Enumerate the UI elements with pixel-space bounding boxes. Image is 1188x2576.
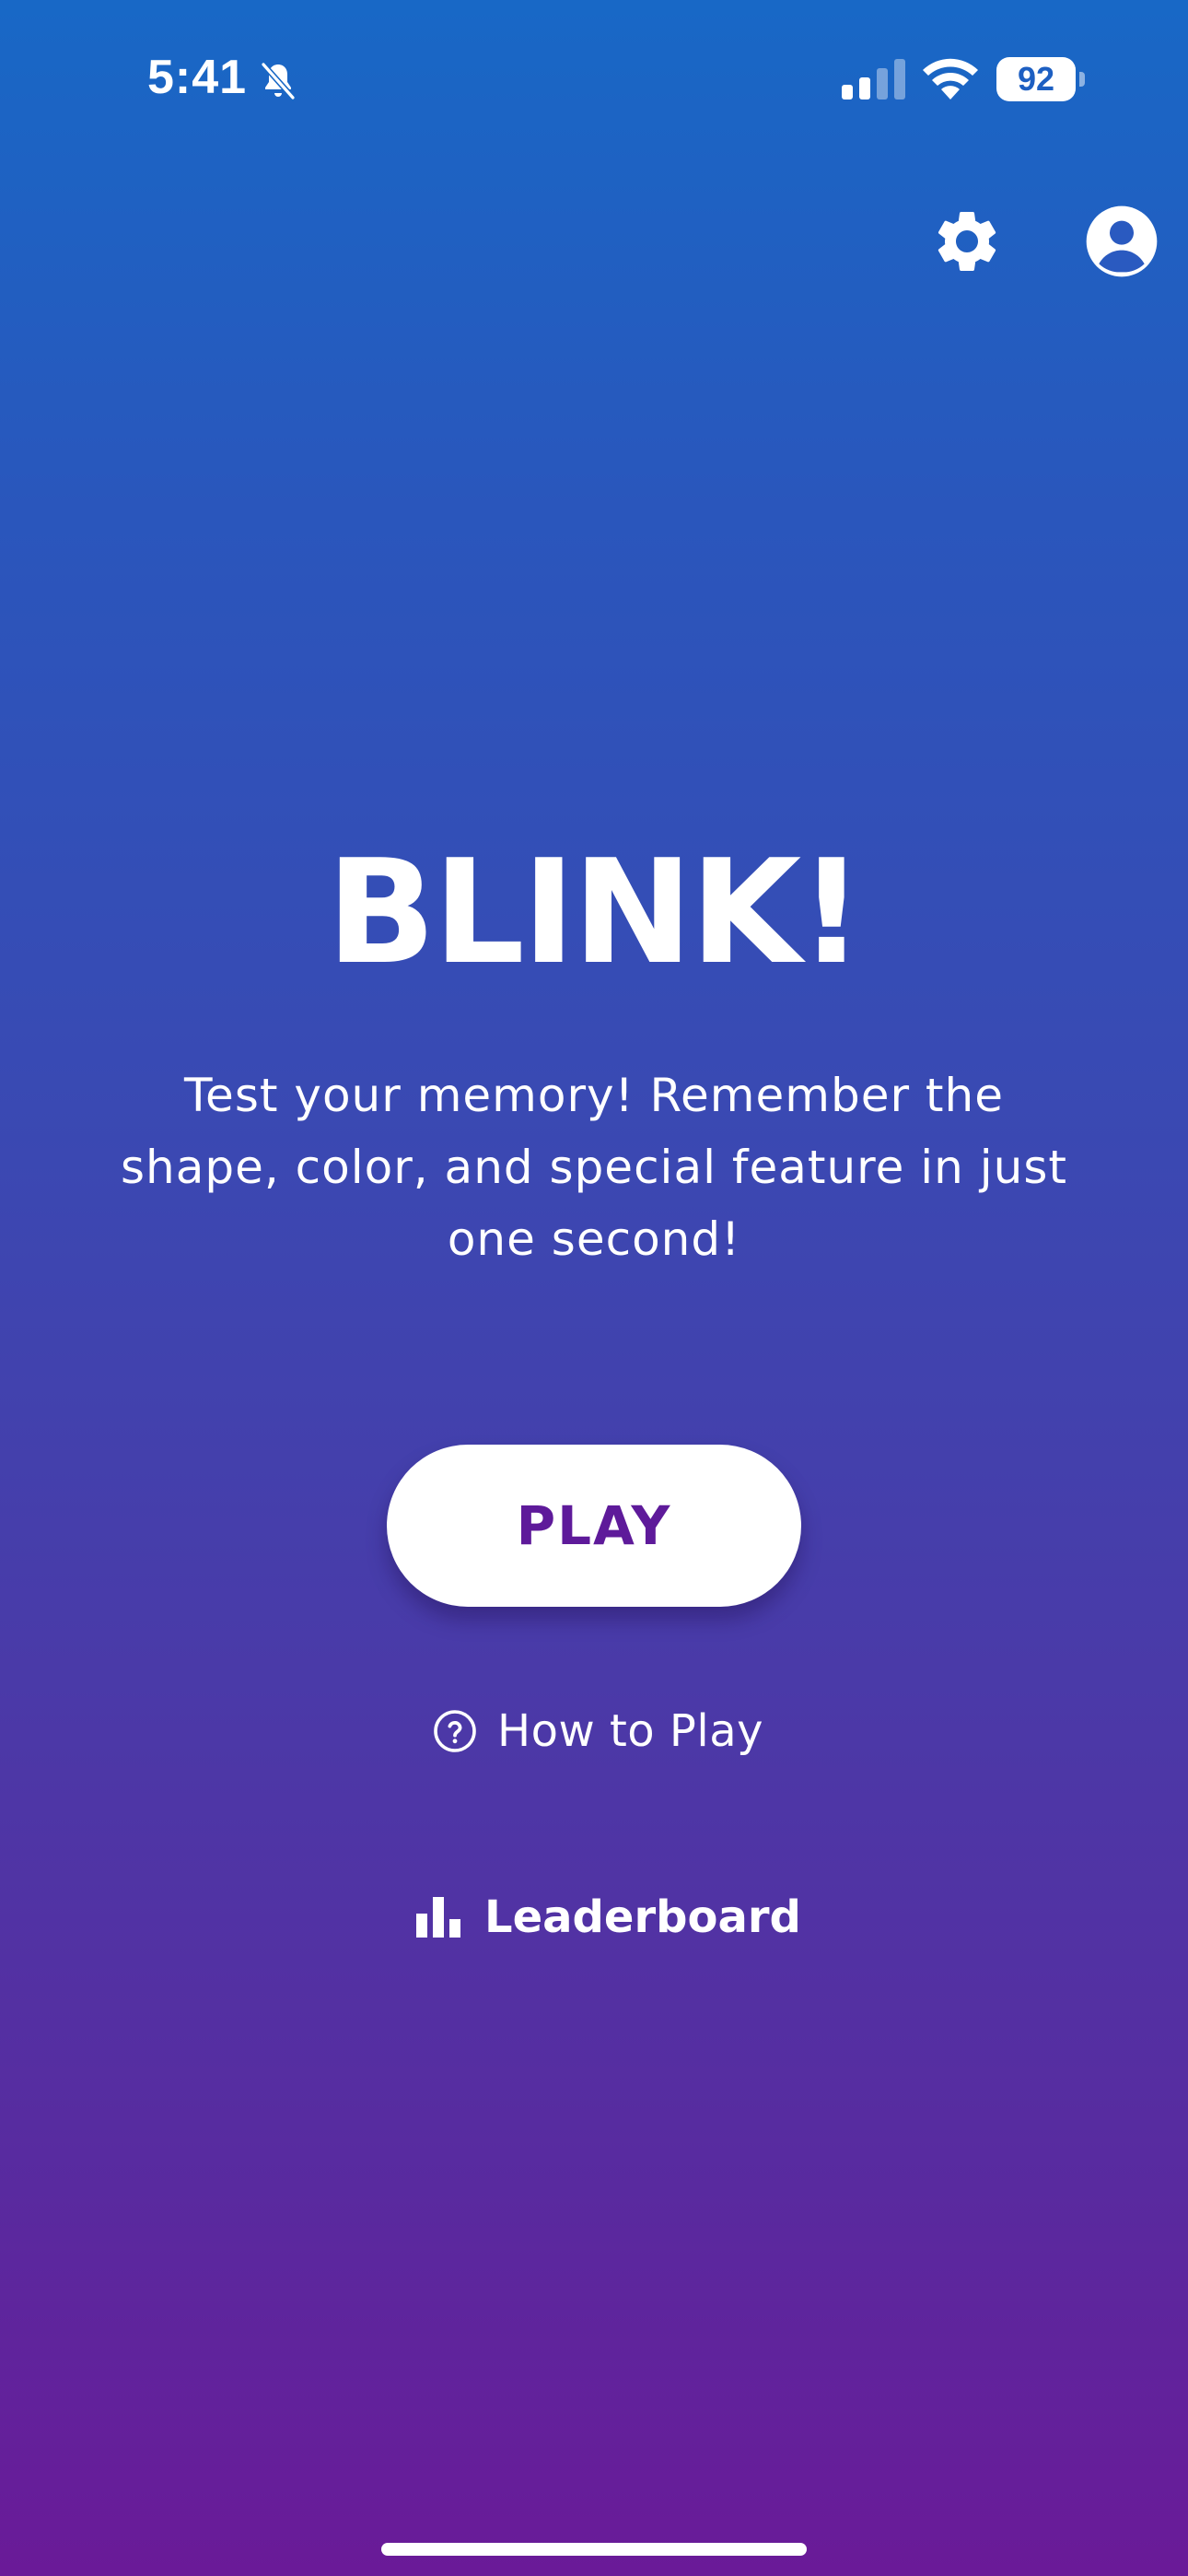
home-indicator[interactable] xyxy=(381,2543,807,2556)
how-to-play-link[interactable]: How to Play xyxy=(433,1699,763,1763)
app-subtitle: Test your memory! Remember the shape, co… xyxy=(120,1069,1067,1266)
settings-button[interactable] xyxy=(930,205,1004,278)
leaderboard-link[interactable]: Leaderboard xyxy=(416,1885,801,1950)
status-bar: 5:41 92 xyxy=(0,0,1188,157)
app-title: BLINK! xyxy=(326,828,865,996)
battery-tip xyxy=(1079,72,1085,87)
user-circle-icon xyxy=(1086,205,1158,277)
gear-icon xyxy=(938,211,996,271)
bar-chart-icon xyxy=(416,1897,460,1938)
leaderboard-label: Leaderboard xyxy=(484,1891,801,1943)
battery-icon: 92 xyxy=(996,57,1085,101)
battery-level: 92 xyxy=(1017,60,1055,98)
how-to-play-label: How to Play xyxy=(497,1705,764,1757)
profile-button[interactable] xyxy=(1085,205,1159,278)
status-time: 5:41 xyxy=(147,51,248,104)
question-circle-icon xyxy=(434,1710,476,1752)
battery-body: 92 xyxy=(996,57,1076,101)
bell-slash-icon xyxy=(260,61,297,101)
cellular-signal-icon xyxy=(842,59,905,100)
wifi-icon xyxy=(923,58,978,100)
play-button[interactable]: PLAY xyxy=(387,1445,801,1607)
